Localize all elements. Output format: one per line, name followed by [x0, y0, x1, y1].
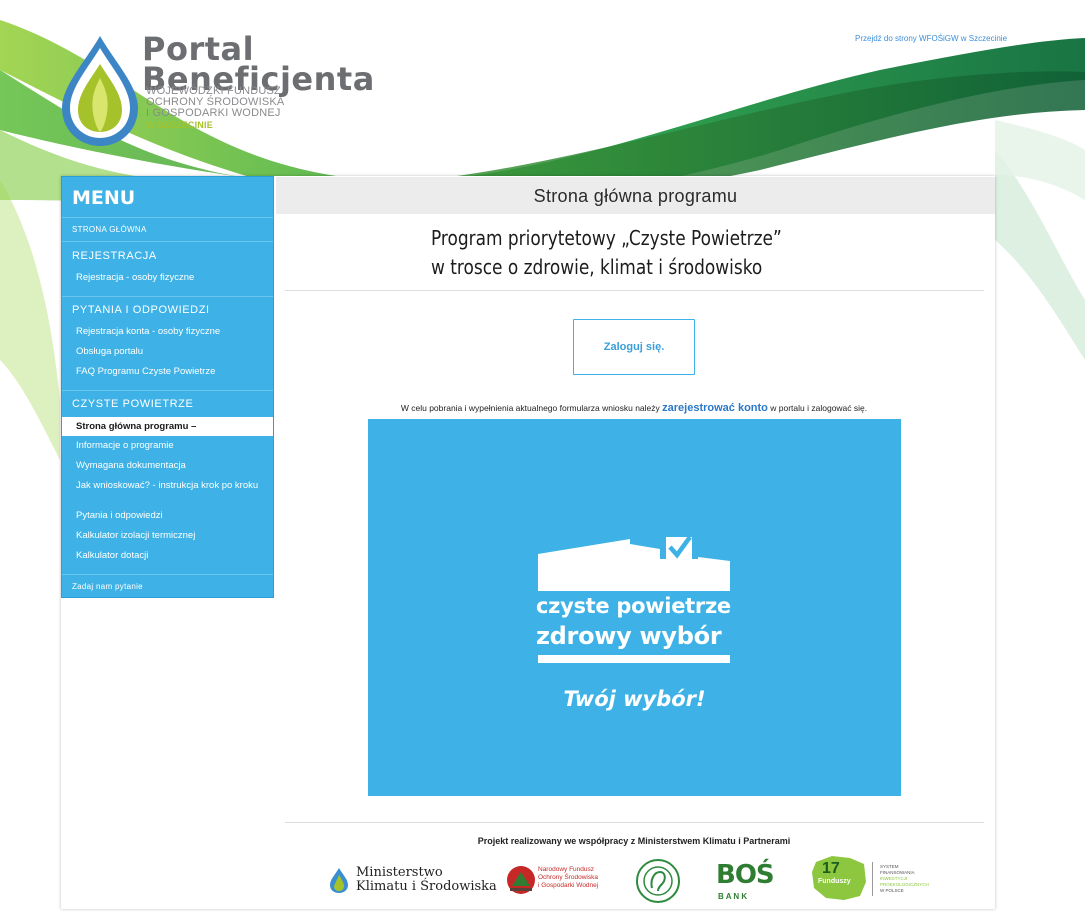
- fundusz-number: 17: [822, 860, 840, 877]
- sidebar-item-rejestracja-osoby[interactable]: Rejestracja - osoby fizyczne: [76, 273, 266, 283]
- info-text: w portalu i zalogować się.: [767, 403, 868, 413]
- partners-title: Projekt realizowany we współpracy z Mini…: [477, 836, 791, 846]
- nfosigw-emblem-icon: [507, 866, 535, 894]
- sidebar-item-label: Strona główna programu –: [76, 421, 197, 432]
- divider: [62, 217, 273, 218]
- sidebar-item-pytania-odpowiedzi[interactable]: Pytania i odpowiedzi: [76, 511, 266, 521]
- sidebar-section-rejestracja[interactable]: REJESTRACJA: [72, 250, 157, 262]
- bos-bank-name: BOŚ: [716, 860, 775, 890]
- menu-title: MENU: [72, 187, 136, 209]
- sidebar-section-pytania[interactable]: PYTANIA I ODPOWIEDZI: [72, 304, 210, 316]
- banner-line2: zdrowy wybór: [536, 622, 722, 650]
- fundation-seal-logo[interactable]: [634, 858, 682, 904]
- program-headline: Program priorytetowy „Czyste Powietrze” …: [431, 224, 782, 282]
- nfos-line3: i Gospodarki Wodnej: [538, 882, 599, 889]
- divider: [62, 574, 273, 575]
- sidebar-menu: MENU STRONA GŁÓWNA REJESTRACJA Rejestrac…: [61, 176, 274, 598]
- sidebar-item-dokumentacja[interactable]: Wymagana dokumentacja: [76, 461, 266, 471]
- divider: [62, 296, 273, 297]
- bos-bank-logo[interactable]: BOŚ B A N K: [716, 860, 786, 904]
- sidebar-item-faq[interactable]: FAQ Programu Czyste Powietrze: [76, 367, 266, 377]
- sidebar-item-zadaj-pytanie[interactable]: Zadaj nam pytanie: [72, 582, 143, 591]
- register-account-link[interactable]: zarejestrować konto: [662, 402, 768, 414]
- water-drop-logo-icon: [62, 36, 138, 146]
- portal-logo[interactable]: Portal Beneficjenta WOJEWÓDZKI FUNDUSZ O…: [60, 30, 374, 150]
- info-text: W celu pobrania i wypełnienia aktualnego…: [400, 403, 663, 413]
- divider: [285, 822, 984, 823]
- divider: [285, 290, 984, 291]
- login-button[interactable]: Zaloguj się.: [573, 319, 695, 375]
- registration-info: W celu pobrania i wypełnienia aktualnego…: [284, 402, 984, 414]
- ministry-name-line1: Ministerstwo: [356, 865, 443, 880]
- seal-emblem-icon: [636, 859, 680, 903]
- nfos-line2: Ochrony Środowiska: [538, 874, 598, 881]
- nfosigw-logo[interactable]: Narodowy Fundusz Ochrony Środowiska i Go…: [506, 864, 606, 898]
- divider: [872, 862, 873, 896]
- ministry-name-line2: Klimatu i Środowiska: [356, 879, 497, 894]
- sidebar-item-informacje[interactable]: Informacje o programie: [76, 441, 266, 451]
- bos-bank-sub: B A N K: [718, 892, 748, 901]
- logo-subtitle: I GOSPODARKI WODNEJ: [146, 107, 281, 119]
- sidebar-item-kalkulator-izolacji[interactable]: Kalkulator izolacji termicznej: [76, 531, 266, 541]
- sidebar-item-obsluga-portalu[interactable]: Obsługa portalu: [76, 347, 266, 357]
- page-header: Strona główna programu: [276, 177, 995, 214]
- sidebar-item-home[interactable]: STRONA GŁÓWNA: [72, 225, 147, 234]
- divider: [62, 390, 273, 391]
- fundusz-word: Funduszy: [818, 878, 851, 885]
- logo-subtitle-city: W SZCZECINIE: [146, 120, 213, 130]
- czyste-powietrze-banner[interactable]: czyste powietrze zdrowy wybór Twój wybór…: [368, 419, 901, 796]
- page-title: Strona główna programu: [533, 186, 738, 206]
- headline-line2: w trosce o zdrowie, klimat i środowisko: [431, 255, 763, 279]
- sidebar-item-jak-wnioskowac[interactable]: Jak wnioskować? - instrukcja krok po kro…: [76, 481, 266, 491]
- sfipp-logo[interactable]: SYSTEM FINANSOWANIA INWESTYCJI PROEKOLOG…: [872, 862, 944, 902]
- 17-funduszy-logo[interactable]: 17 Funduszy: [810, 854, 870, 902]
- banner-line1: czyste powietrze: [536, 594, 731, 618]
- banner-line3: Twój wybór!: [563, 687, 706, 711]
- sidebar-section-czyste-powietrze[interactable]: CZYSTE POWIETRZE: [72, 398, 193, 410]
- headline-line1: Program priorytetowy „Czyste Powietrze”: [431, 226, 782, 250]
- ministry-emblem-icon: [330, 868, 348, 893]
- sfipp-line5: W POLSCE: [880, 888, 904, 893]
- sidebar-item-rejestracja-konta[interactable]: Rejestracja konta - osoby fizyczne: [76, 327, 266, 337]
- sidebar-item-kalkulator-dotacji[interactable]: Kalkulator dotacji: [76, 551, 266, 561]
- sidebar-item-strona-glowna-active[interactable]: Strona główna programu –: [62, 417, 273, 436]
- wfosigw-site-link[interactable]: Przejdź do strony WFOŚiGW w Szczecinie: [855, 34, 1007, 43]
- nfos-line1: Narodowy Fundusz: [538, 866, 594, 873]
- ministry-logo[interactable]: Ministerstwo Klimatu i Środowiska: [328, 866, 498, 896]
- divider: [62, 241, 273, 242]
